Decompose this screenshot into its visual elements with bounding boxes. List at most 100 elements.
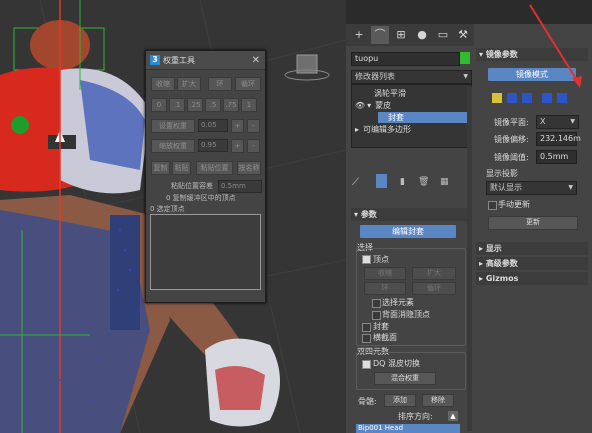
edit-envelope-button[interactable]: 编辑封套 xyxy=(360,225,456,238)
scale-plus-button[interactable]: + xyxy=(231,139,244,153)
stack-item-skin[interactable]: 👁 ▾ 蒙皮 xyxy=(352,100,471,111)
stack-item-label: 封套 xyxy=(388,113,404,122)
display-rollout-header[interactable]: ▸ 显示 xyxy=(476,242,588,255)
copy-button[interactable]: 复制 xyxy=(151,161,170,175)
vertex-weight-list[interactable] xyxy=(150,214,261,290)
mirror-offset-field[interactable]: 232.146m xyxy=(536,132,581,146)
manual-update-checkbox[interactable] xyxy=(488,201,497,210)
shrink-button[interactable]: 收缩 xyxy=(151,77,175,91)
modifier-list-dropdown[interactable]: 修改器列表 ▼ xyxy=(351,70,472,84)
advanced-title: 高级参数 xyxy=(485,259,518,268)
stack-item-envelope[interactable]: 封套 xyxy=(378,112,471,123)
chevron-down-icon: ▼ xyxy=(568,184,573,191)
vertices-checkbox[interactable] xyxy=(362,255,371,264)
delete-modifier-icon[interactable]: 🗑 xyxy=(418,177,429,187)
backface-cull-checkbox[interactable] xyxy=(372,311,381,320)
shrink-vertex-button[interactable]: 收缩 xyxy=(364,267,406,280)
paste-tolerance-input[interactable]: 0.5mm xyxy=(218,180,262,193)
modify-tab-icon[interactable]: ⌒ xyxy=(371,26,389,44)
pin-stack-icon[interactable]: ⟋ xyxy=(352,177,359,188)
preset-075-button[interactable]: .75 xyxy=(223,98,239,112)
bone-list-item[interactable]: Bip001 Head xyxy=(356,424,460,433)
gizmos-title: Gizmos xyxy=(485,274,519,283)
expand-right-icon: ▸ xyxy=(479,244,484,253)
mirror-threshold-field[interactable]: 0.5mm xyxy=(536,150,577,164)
mirror-params-title: 镜像参数 xyxy=(485,50,518,59)
preset-1-button[interactable]: 1 xyxy=(241,98,257,112)
preset-05-button[interactable]: .5 xyxy=(205,98,221,112)
scale-minus-button[interactable]: - xyxy=(247,139,260,153)
dq-toggle-checkbox[interactable] xyxy=(362,360,371,369)
display-projection-dropdown[interactable]: 默认显示 ▼ xyxy=(486,181,577,195)
expand-right-icon: ▸ xyxy=(479,274,484,283)
bone-list[interactable]: Bip001 Head xyxy=(356,424,460,433)
sort-label: 排序方向: xyxy=(398,412,433,421)
expand-vertex-button[interactable]: 扩大 xyxy=(412,267,456,280)
motion-tab-icon[interactable]: ● xyxy=(413,26,431,44)
preset-01-button[interactable]: .1 xyxy=(169,98,185,112)
stack-item-label: 可编辑多边形 xyxy=(363,125,412,134)
close-icon[interactable]: ✕ xyxy=(252,55,260,66)
red-arrow-annotation xyxy=(529,4,582,88)
set-weight-button[interactable]: 设置权重 xyxy=(151,119,195,133)
show-end-result-icon[interactable] xyxy=(376,174,387,188)
object-color-swatch[interactable] xyxy=(460,52,470,64)
sort-up-icon[interactable]: ▲ xyxy=(448,411,458,421)
loop-button[interactable]: 循环 xyxy=(235,77,261,91)
stack-item-turbosmooth[interactable]: 涡轮平滑 xyxy=(352,88,471,99)
object-name-field[interactable]: tuopu xyxy=(351,52,460,66)
paste-position-button[interactable]: 粘贴位置 xyxy=(196,161,233,175)
utilities-tab-icon[interactable]: ⚒ xyxy=(454,26,472,44)
bones-label: 骨骼: xyxy=(358,397,377,406)
set-weight-input[interactable]: 0.05 xyxy=(198,119,228,132)
eye-icon[interactable]: 👁 xyxy=(352,101,365,110)
remove-bone-button[interactable]: 移除 xyxy=(422,394,454,407)
scale-weight-input[interactable]: 0.95 xyxy=(198,139,228,152)
configure-sets-icon[interactable]: ▦ xyxy=(440,177,449,187)
grow-button[interactable]: 扩大 xyxy=(177,77,201,91)
loop-vertex-button[interactable]: 循环 xyxy=(412,282,456,295)
weight-tool-titlebar[interactable]: 3 权重工具 ✕ xyxy=(146,51,265,70)
blend-weights-button[interactable]: 混合权重 xyxy=(374,372,436,385)
paste-button[interactable]: 粘贴 xyxy=(172,161,191,175)
params-rollout-header[interactable]: ▾ 参数 xyxy=(351,208,467,221)
manual-update-label: 手动更新 xyxy=(498,200,530,209)
paste-blue-to-green-icon[interactable] xyxy=(507,93,517,103)
stack-item-editable-poly[interactable]: ▸ 可编辑多边形 xyxy=(352,124,471,135)
paste-tolerance-label: 粘贴位置容差 xyxy=(171,182,213,190)
mirror-plane-dropdown[interactable]: X ▼ xyxy=(536,115,579,129)
mirror-threshold-label: 镜像阈值: xyxy=(494,153,529,162)
weight-tool-title: 权重工具 xyxy=(163,55,195,65)
hierarchy-tab-icon[interactable]: ⊞ xyxy=(392,26,410,44)
ring-button[interactable]: 环 xyxy=(208,77,232,91)
ring-vertex-button[interactable]: 环 xyxy=(364,282,406,295)
modifier-stack[interactable]: 涡轮平滑 👁 ▾ 蒙皮 封套 ▸ 可编辑多边形 xyxy=(351,84,472,148)
copied-vertices-label: 0 复制缓冲区中的顶点 xyxy=(166,194,236,202)
make-unique-icon[interactable]: ▮ xyxy=(400,177,405,187)
by-name-button[interactable]: 按名称 xyxy=(237,161,261,175)
select-element-checkbox[interactable] xyxy=(372,299,381,308)
gizmos-rollout-header[interactable]: ▸ Gizmos xyxy=(476,272,588,285)
scale-weight-button[interactable]: 缩放权重 xyxy=(151,139,195,153)
preset-025-button[interactable]: .25 xyxy=(187,98,203,112)
paste-green-to-blue-icon[interactable] xyxy=(492,93,502,103)
update-button[interactable]: 更新 xyxy=(488,216,578,230)
mirror-plane-value: X xyxy=(540,117,546,126)
create-tab-icon[interactable]: + xyxy=(350,26,368,44)
preset-0-button[interactable]: 0 xyxy=(151,98,167,112)
envelope-checkbox[interactable] xyxy=(362,323,371,332)
advanced-rollout-header[interactable]: ▸ 高级参数 xyxy=(476,257,588,270)
mirror-plane-label: 镜像平面: xyxy=(494,118,529,127)
stack-item-label: 蒙皮 xyxy=(375,101,392,110)
display-tab-icon[interactable]: ▭ xyxy=(434,26,452,44)
cross-section-checkbox[interactable] xyxy=(362,334,371,343)
weight-minus-button[interactable]: - xyxy=(247,119,260,133)
weight-plus-button[interactable]: + xyxy=(231,119,244,133)
envelope-label: 封套 xyxy=(373,322,389,331)
add-bone-button[interactable]: 添加 xyxy=(384,394,416,407)
collapse-icon: ▾ xyxy=(479,50,484,59)
command-panel-scrollbar[interactable] xyxy=(467,86,472,431)
backface-cull-label: 背面消隐顶点 xyxy=(382,310,430,319)
expand-right-icon[interactable]: ▸ xyxy=(352,125,359,134)
weight-tool-window[interactable]: 3 权重工具 ✕ 收缩 扩大 环 循环 0 .1 .25 .5 .75 1 设置… xyxy=(145,50,266,303)
